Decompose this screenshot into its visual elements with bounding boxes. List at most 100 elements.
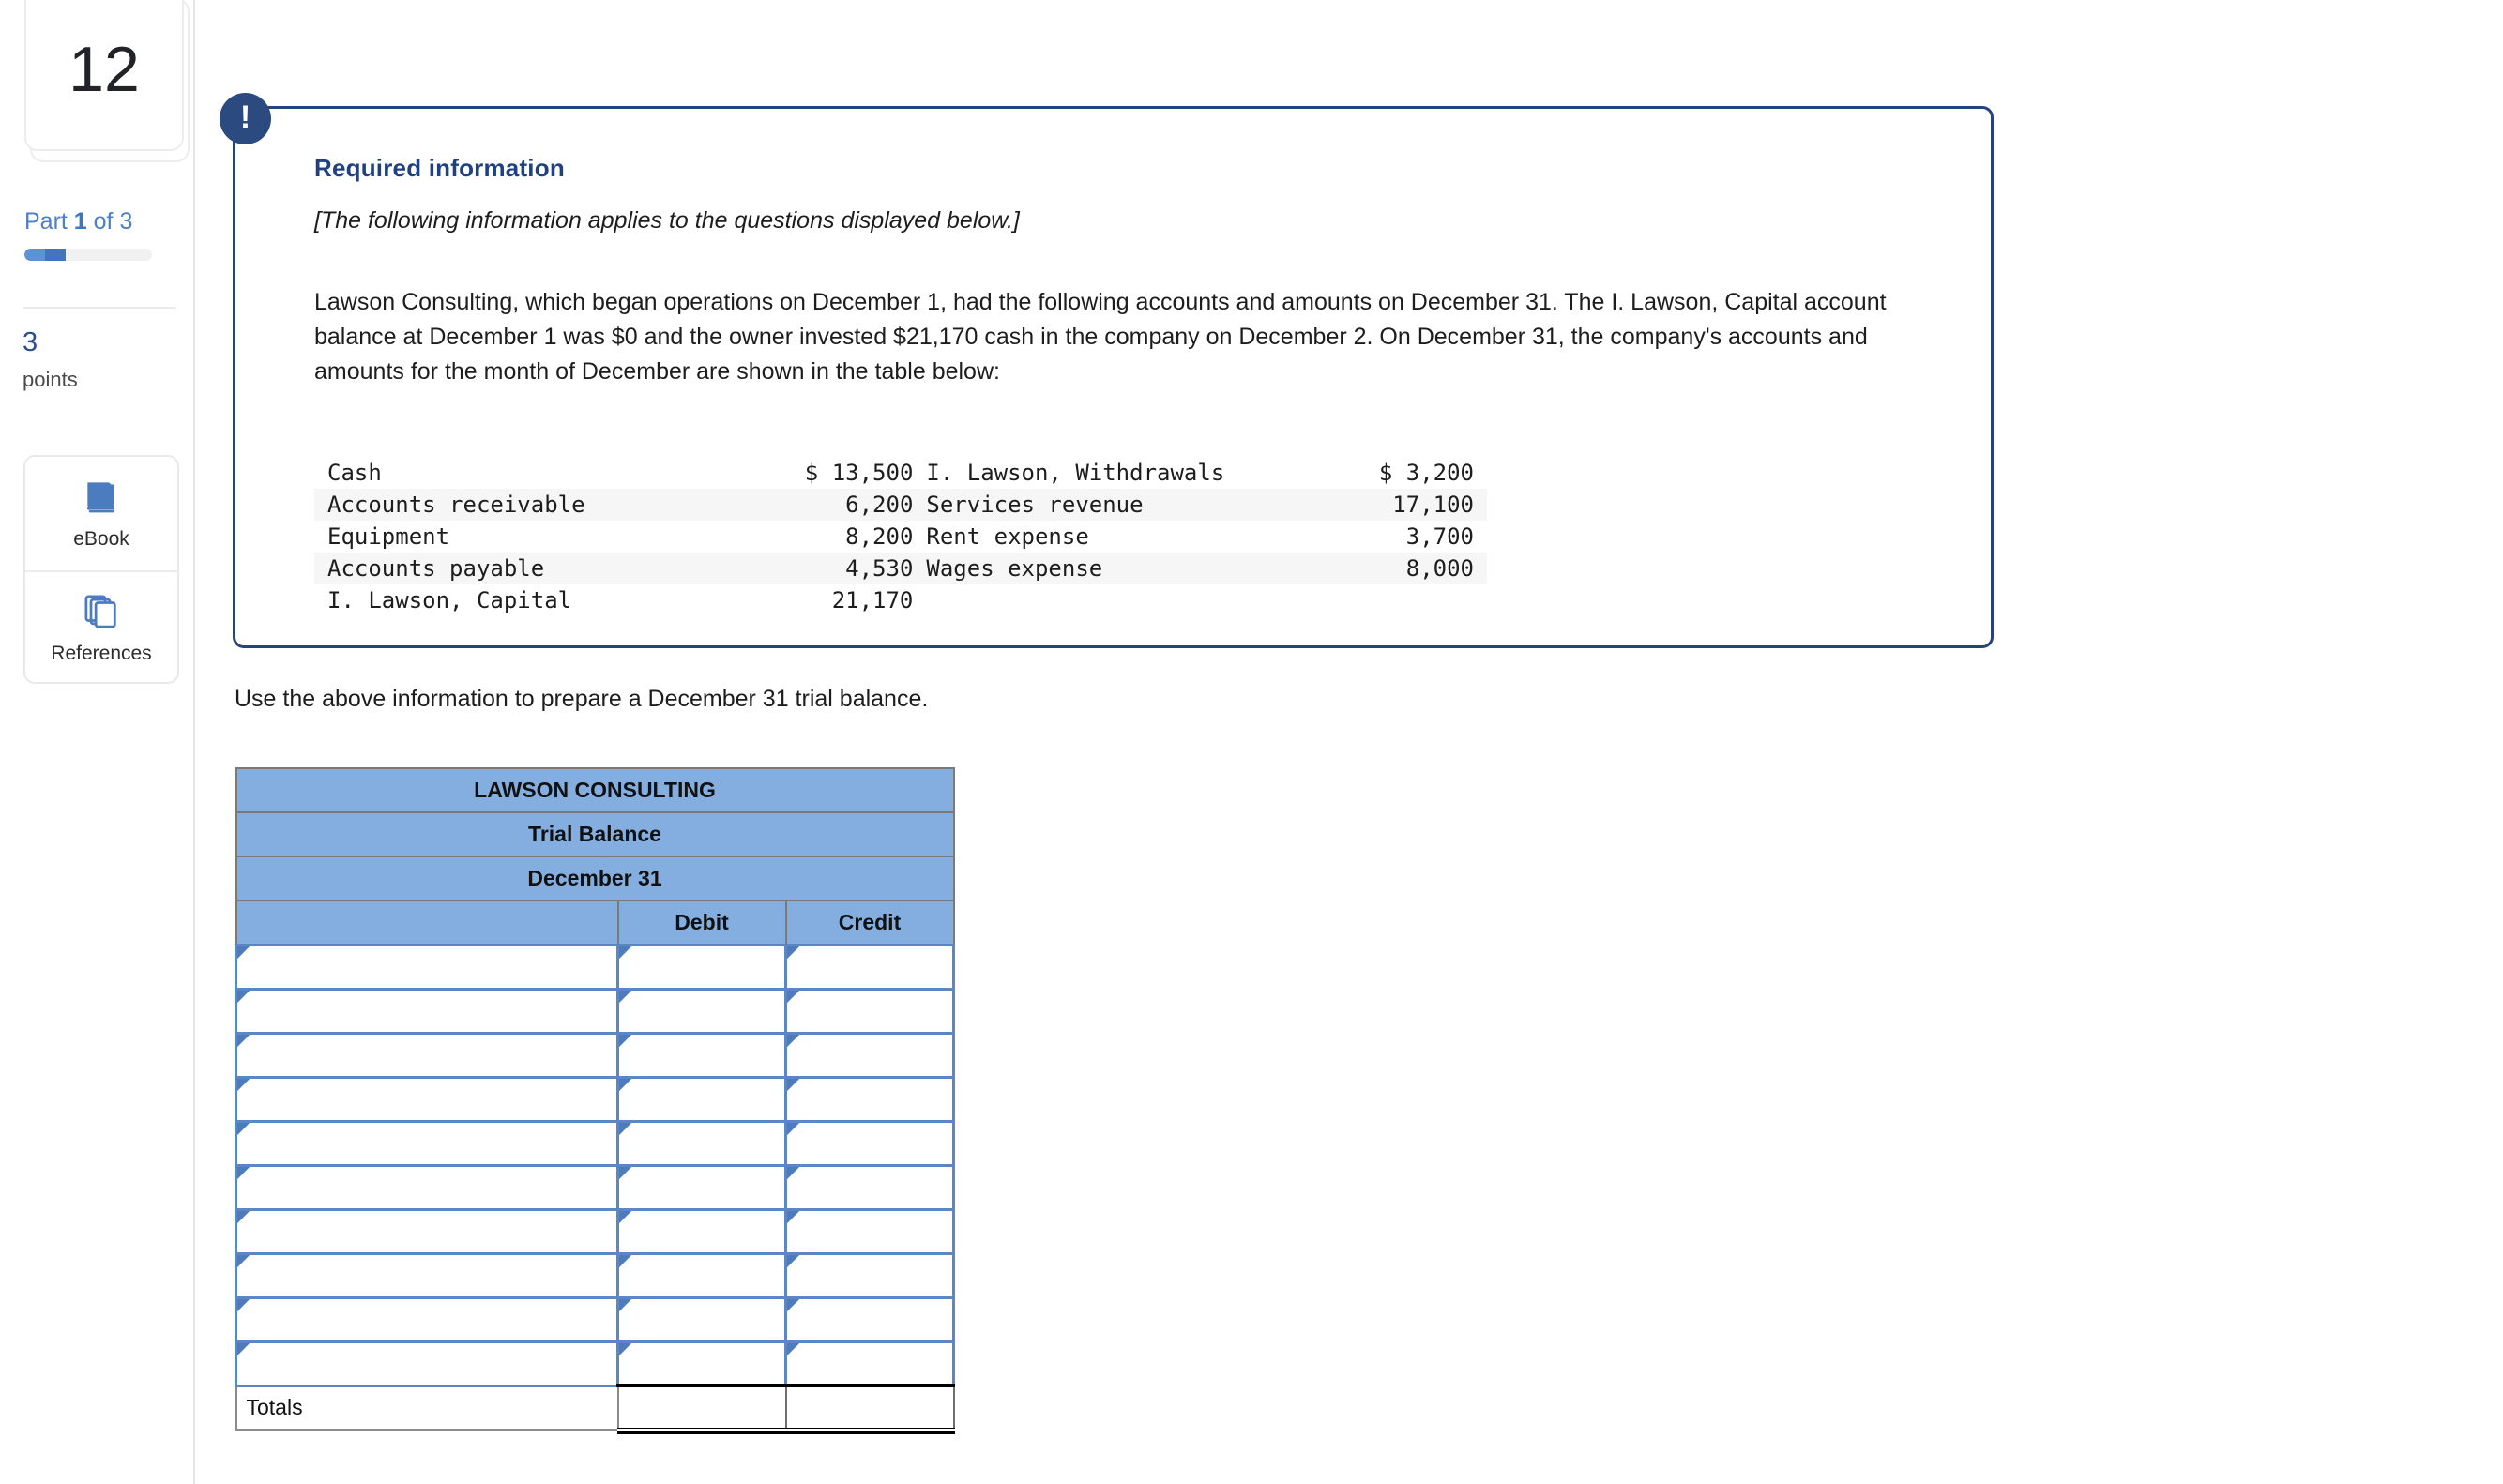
sidebar-tools: eBook References <box>23 455 179 684</box>
account-input-cell[interactable] <box>235 1251 619 1299</box>
totals-label: Totals <box>235 1385 619 1431</box>
statement-date-header: December 31 <box>235 856 955 901</box>
part-suffix: of 3 <box>86 208 133 235</box>
account-amount-left: $ 13,500 <box>804 460 914 486</box>
page-root: 12 Part 1 of 3 3 points eBook References… <box>0 0 2503 1484</box>
table-title-row-statement: Trial Balance <box>235 811 955 857</box>
account-name-left: Accounts receivable <box>314 489 733 521</box>
account-column-header <box>235 900 619 946</box>
account-input-cell[interactable] <box>235 1295 619 1343</box>
references-label: References <box>51 643 152 664</box>
table-row <box>235 1340 956 1387</box>
account-amount-left: 6,200 <box>732 489 914 521</box>
account-name-right <box>913 584 1305 616</box>
account-input-cell[interactable] <box>235 1340 619 1387</box>
table-row: Accounts receivable 6,200 Services reven… <box>314 489 1487 521</box>
company-name-header: LAWSON CONSULTING <box>235 767 955 813</box>
table-row: Accounts payable 4,530 Wages expense 8,0… <box>314 553 1487 584</box>
task-prompt: Use the above information to prepare a D… <box>235 686 929 712</box>
points-label: points <box>23 368 78 391</box>
account-amount-right: 17,100 <box>1305 489 1487 521</box>
account-amount-right: $ 3,200 <box>1378 460 1474 486</box>
credit-input-cell[interactable] <box>783 1163 956 1211</box>
table-row: Cash $ 13,500 I. Lawson, Withdrawals $ 3… <box>314 457 1487 489</box>
credit-input-cell[interactable] <box>783 1075 956 1123</box>
debit-input-cell[interactable] <box>616 1207 787 1255</box>
question-number-card: 12 <box>24 0 190 162</box>
exclamation-icon: ! <box>239 98 251 135</box>
totals-row: Totals <box>235 1384 956 1436</box>
required-information-badge: ! <box>220 93 271 144</box>
account-amount-left: 21,170 <box>831 587 914 613</box>
account-input-cell[interactable] <box>235 1163 619 1211</box>
account-name-left: Accounts payable <box>314 553 733 584</box>
account-name-right: Rent expense <box>926 523 1089 550</box>
part-indicator: Part 1 of 3 <box>24 208 132 235</box>
credit-input-cell[interactable] <box>783 1119 956 1167</box>
references-icon <box>81 591 122 637</box>
account-name-right: Services revenue <box>913 489 1306 521</box>
credit-input-cell[interactable] <box>783 1251 956 1299</box>
account-amount-right: 8,000 <box>1305 553 1487 584</box>
debit-column-header: Debit <box>616 900 787 946</box>
account-amount-right <box>1306 584 1487 616</box>
table-row <box>235 1031 956 1079</box>
credit-column-header: Credit <box>784 900 955 946</box>
table-column-header-row: Debit Credit <box>235 900 955 946</box>
table-row: I. Lawson, Capital 21,170 <box>314 584 1487 616</box>
account-input-cell[interactable] <box>235 1119 619 1167</box>
ebook-button[interactable]: eBook <box>25 457 177 570</box>
table-row <box>235 1207 956 1255</box>
account-amount-left: 8,200 <box>845 523 914 550</box>
required-information-callout: Required information [The following info… <box>233 106 1994 648</box>
account-name-left: Cash <box>327 460 382 486</box>
table-row <box>235 1119 956 1167</box>
callout-italic-note: [The following information applies to th… <box>314 207 1020 234</box>
given-accounts-table: Cash $ 13,500 I. Lawson, Withdrawals $ 3… <box>314 457 1487 616</box>
account-name-right: I. Lawson, Withdrawals <box>926 460 1225 486</box>
points-value: 3 <box>23 327 38 357</box>
table-row <box>235 1075 956 1123</box>
credit-input-cell[interactable] <box>783 1295 956 1343</box>
references-button[interactable]: References <box>25 570 177 682</box>
question-number: 12 <box>68 33 140 105</box>
credit-input-cell[interactable] <box>783 987 956 1035</box>
table-row <box>235 1163 956 1211</box>
callout-paragraph: Lawson Consulting, which began operation… <box>314 289 1887 385</box>
credit-input-cell[interactable] <box>783 1340 956 1387</box>
debit-input-cell[interactable] <box>616 1295 787 1343</box>
table-title-row-company: LAWSON CONSULTING <box>235 767 955 813</box>
part-progress-bar <box>24 249 152 261</box>
callout-title: Required information <box>314 154 565 182</box>
debit-input-cell[interactable] <box>616 1163 787 1211</box>
debit-input-cell[interactable] <box>616 943 787 991</box>
sidebar-divider <box>23 307 176 309</box>
debit-input-cell[interactable] <box>616 1119 787 1167</box>
part-prefix: Part <box>24 208 74 235</box>
statement-name-header: Trial Balance <box>235 811 955 857</box>
totals-debit-cell[interactable] <box>616 1384 788 1436</box>
account-input-cell[interactable] <box>235 987 619 1035</box>
table-title-row-date: December 31 <box>235 856 955 901</box>
credit-input-cell[interactable] <box>783 1031 956 1079</box>
account-input-cell[interactable] <box>235 1075 619 1123</box>
debit-input-cell[interactable] <box>616 1075 787 1123</box>
debit-input-cell[interactable] <box>616 1251 787 1299</box>
account-amount-right: 3,700 <box>1405 523 1474 550</box>
totals-credit-cell[interactable] <box>784 1384 956 1436</box>
part-current: 1 <box>73 208 87 235</box>
ebook-label: eBook <box>73 528 129 550</box>
account-input-cell[interactable] <box>235 943 619 991</box>
credit-input-cell[interactable] <box>783 943 956 991</box>
table-row <box>235 1295 956 1343</box>
debit-input-cell[interactable] <box>616 987 787 1035</box>
credit-input-cell[interactable] <box>783 1207 956 1255</box>
table-row <box>235 943 956 991</box>
account-amount-left: 4,530 <box>732 553 914 584</box>
account-input-cell[interactable] <box>235 1031 619 1079</box>
debit-input-cell[interactable] <box>616 1031 787 1079</box>
debit-input-cell[interactable] <box>616 1340 787 1387</box>
table-row: Equipment 8,200 Rent expense 3,700 <box>314 521 1487 553</box>
account-name-left: I. Lawson, Capital <box>327 587 572 613</box>
account-input-cell[interactable] <box>235 1207 619 1255</box>
